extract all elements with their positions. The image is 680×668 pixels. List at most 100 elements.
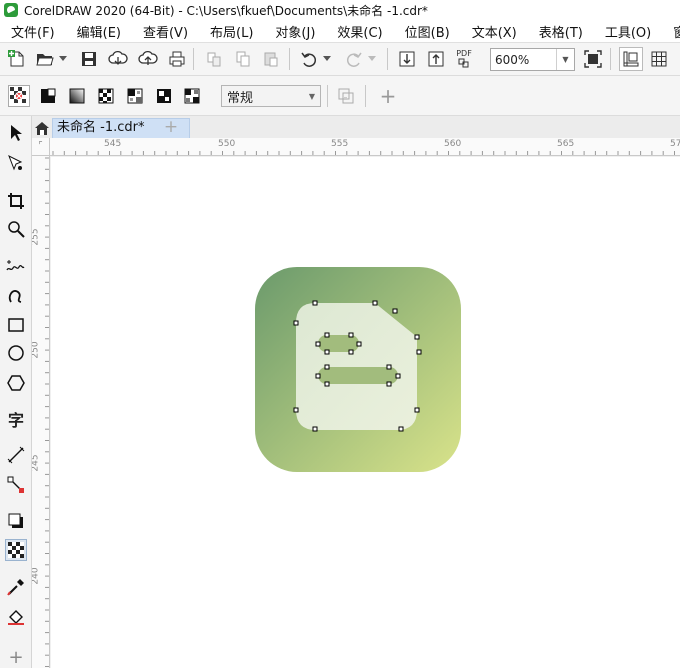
short-bar-shape[interactable]	[318, 335, 359, 352]
ruler-label: 250	[32, 341, 41, 359]
export-icon[interactable]	[425, 48, 447, 70]
node-handle[interactable]	[348, 332, 354, 338]
print-icon[interactable]	[166, 48, 188, 70]
freeze-transparency-icon[interactable]	[335, 85, 357, 107]
zoom-level-value[interactable]: 600%	[491, 53, 556, 67]
node-handle[interactable]	[324, 381, 330, 387]
node-handle[interactable]	[416, 349, 422, 355]
vertical-ruler[interactable]: 255 250 245 240	[32, 156, 50, 668]
publish-pdf-icon[interactable]: PDF	[453, 47, 475, 69]
customize-toolbox-icon[interactable]: +	[5, 646, 27, 668]
open-dropdown-icon[interactable]	[56, 48, 70, 70]
rectangle-tool-icon[interactable]	[5, 314, 27, 336]
zoom-level-combobox[interactable]: 600% ▼	[490, 48, 575, 71]
zoom-dropdown-icon[interactable]: ▼	[556, 49, 574, 70]
cut-icon[interactable]	[203, 48, 225, 70]
node-handle[interactable]	[324, 364, 330, 370]
home-icon[interactable]	[32, 118, 52, 138]
node-handle[interactable]	[372, 300, 378, 306]
drawing-canvas[interactable]	[51, 157, 680, 668]
interactive-fill-tool-icon[interactable]	[5, 606, 27, 628]
show-rulers-icon[interactable]	[619, 47, 643, 71]
transparency-tool-icon[interactable]	[5, 539, 27, 561]
menu-text[interactable]: 文本(X)	[461, 22, 528, 41]
node-handle[interactable]	[398, 426, 404, 432]
text-tool-icon[interactable]: 字	[5, 408, 27, 430]
add-preset-icon[interactable]: +	[377, 84, 399, 108]
ruler-label: 245	[32, 454, 41, 472]
open-folder-icon[interactable]	[34, 48, 56, 70]
texture-transparency-icon[interactable]	[181, 85, 203, 107]
merge-mode-value[interactable]: 常规	[222, 87, 304, 106]
redo-dropdown-icon[interactable]	[365, 48, 379, 70]
add-tab-icon[interactable]: +	[160, 118, 182, 138]
node-handle[interactable]	[293, 320, 299, 326]
transparency-checker-icon[interactable]	[8, 85, 30, 107]
node-handle[interactable]	[293, 407, 299, 413]
node-handle[interactable]	[395, 373, 401, 379]
polygon-tool-icon[interactable]	[5, 372, 27, 394]
merge-mode-select[interactable]: 常规 ▼	[221, 85, 321, 107]
menu-object[interactable]: 对象(J)	[264, 22, 326, 41]
freehand-tool-icon[interactable]	[5, 256, 27, 278]
toolbar-separator	[387, 48, 388, 70]
node-handle[interactable]	[348, 349, 354, 355]
menu-tools[interactable]: 工具(O)	[594, 22, 662, 41]
undo-icon[interactable]	[298, 48, 320, 70]
node-handle[interactable]	[414, 334, 420, 340]
dimension-tool-icon[interactable]	[5, 444, 27, 466]
bitmap-pattern-transparency-icon[interactable]	[124, 85, 146, 107]
full-screen-preview-icon[interactable]	[582, 48, 604, 70]
zoom-tool-icon[interactable]	[5, 218, 27, 240]
redo-icon[interactable]	[343, 48, 365, 70]
node-handle[interactable]	[312, 426, 318, 432]
save-icon[interactable]	[78, 48, 100, 70]
cloud-upload-icon[interactable]	[137, 48, 159, 70]
import-icon[interactable]	[396, 48, 418, 70]
node-handle[interactable]	[324, 332, 330, 338]
fountain-transparency-icon[interactable]	[66, 85, 88, 107]
cloud-download-icon[interactable]	[107, 48, 129, 70]
eyedropper-tool-icon[interactable]	[5, 576, 27, 598]
artistic-media-tool-icon[interactable]	[5, 284, 27, 306]
undo-dropdown-icon[interactable]	[320, 48, 334, 70]
node-handle[interactable]	[356, 341, 362, 347]
uniform-transparency-icon[interactable]	[37, 85, 59, 107]
node-handle[interactable]	[312, 300, 318, 306]
shape-tool-icon[interactable]	[5, 152, 27, 174]
node-handle[interactable]	[315, 341, 321, 347]
menu-file[interactable]: 文件(F)	[0, 22, 66, 41]
ruler-origin-icon[interactable]: ⌜	[32, 138, 50, 156]
document-tab-strip: 未命名 -1.cdr* +	[32, 116, 680, 138]
horizontal-ruler[interactable]: 545 550 555 560 565 57	[50, 138, 680, 156]
menu-window[interactable]: 窗口	[662, 22, 680, 41]
node-handle[interactable]	[386, 364, 392, 370]
vector-pattern-transparency-icon[interactable]	[95, 85, 117, 107]
node-handle[interactable]	[392, 308, 398, 314]
merge-mode-dropdown-icon[interactable]: ▼	[304, 92, 320, 101]
pick-tool-icon[interactable]	[5, 122, 27, 144]
menu-effects[interactable]: 效果(C)	[326, 22, 393, 41]
node-handle[interactable]	[386, 381, 392, 387]
menu-table[interactable]: 表格(T)	[528, 22, 594, 41]
connector-tool-icon[interactable]	[5, 474, 27, 496]
new-document-icon[interactable]	[6, 48, 28, 70]
toolbar-separator	[327, 85, 328, 107]
long-bar-shape[interactable]	[318, 367, 398, 384]
pdf-label: PDF	[456, 48, 472, 58]
menu-edit[interactable]: 编辑(E)	[66, 22, 132, 41]
menu-bitmaps[interactable]: 位图(B)	[394, 22, 461, 41]
node-handle[interactable]	[324, 349, 330, 355]
coreldraw-app-icon	[4, 3, 18, 17]
copy-icon[interactable]	[232, 48, 254, 70]
node-handle[interactable]	[315, 373, 321, 379]
two-color-pattern-transparency-icon[interactable]	[153, 85, 175, 107]
menu-view[interactable]: 查看(V)	[132, 22, 199, 41]
show-grid-icon[interactable]	[648, 48, 670, 70]
drop-shadow-tool-icon[interactable]	[5, 510, 27, 532]
menu-layout[interactable]: 布局(L)	[199, 22, 264, 41]
ellipse-tool-icon[interactable]	[5, 342, 27, 364]
paste-icon[interactable]	[260, 48, 282, 70]
node-handle[interactable]	[414, 407, 420, 413]
crop-tool-icon[interactable]	[5, 190, 27, 212]
